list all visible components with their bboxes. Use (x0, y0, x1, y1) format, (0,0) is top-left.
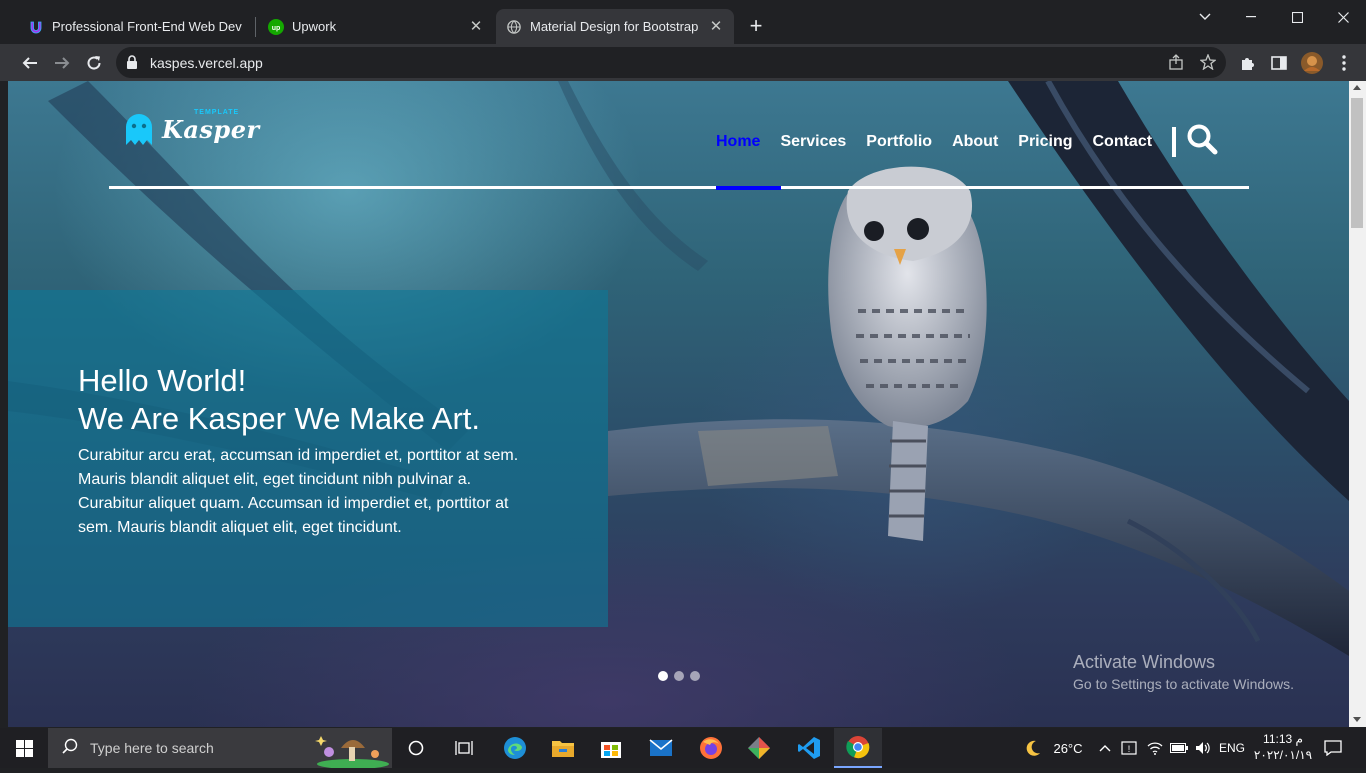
scroll-down-icon[interactable] (1353, 717, 1361, 722)
address-bar[interactable]: kaspes.vercel.app (116, 47, 1226, 78)
language-text: ENG (1218, 741, 1245, 755)
clock-time: 11:13 م (1263, 732, 1303, 746)
tab-title: Material Design for Bootstrap (530, 19, 699, 34)
main-nav: Home Services Portfolio About Pricing Co… (716, 123, 1218, 160)
file-explorer-icon[interactable] (542, 728, 584, 768)
slider-indicators (658, 671, 706, 681)
battery-icon[interactable] (1168, 728, 1190, 768)
slider-dot[interactable] (674, 671, 684, 681)
tab-udemy[interactable]: Professional Front-End Web Dev (18, 9, 255, 44)
clock-date: ٢٠٢٢/٠١/١٩ (1253, 748, 1313, 762)
search-icon (62, 738, 78, 759)
svg-text:up: up (272, 25, 281, 32)
nav-portfolio[interactable]: Portfolio (866, 133, 932, 151)
minimize-icon[interactable] (1228, 4, 1274, 30)
globe-icon (506, 19, 522, 35)
chevron-up-icon[interactable] (1096, 728, 1114, 768)
page-scrollbar[interactable] (1349, 81, 1366, 727)
nav-active-indicator (716, 186, 781, 190)
scroll-up-icon[interactable] (1353, 85, 1361, 90)
weather-moon-icon[interactable] (1018, 728, 1048, 768)
volume-icon[interactable] (1192, 728, 1214, 768)
nav-services[interactable]: Services (780, 133, 846, 151)
hero-paragraph: Curabitur arcu erat, accumsan id imperdi… (78, 447, 519, 536)
scroll-thumb[interactable] (1351, 98, 1363, 228)
search-placeholder: Type here to search (90, 740, 214, 756)
tab-strip: Professional Front-End Web Dev up Upwork… (0, 0, 1366, 44)
hero-title-line1: Hello World! (78, 363, 247, 398)
nav-pricing[interactable]: Pricing (1018, 133, 1072, 151)
logo-tagline: TEMPLATE (194, 109, 240, 116)
system-clock[interactable]: 11:13 م ٢٠٢٢/٠١/١٩ (1252, 731, 1314, 763)
nav-contact[interactable]: Contact (1093, 133, 1153, 151)
firefox-icon[interactable] (690, 728, 732, 768)
bookmark-star-icon[interactable] (1199, 53, 1217, 75)
task-view-icon[interactable] (444, 728, 484, 768)
hero-caption-box: Hello World! We Are Kasper We Make Art. … (8, 290, 608, 627)
notification-icon[interactable] (1318, 728, 1348, 768)
tab-title: Professional Front-End Web Dev (52, 19, 242, 34)
security-tray-icon[interactable]: ! (1118, 728, 1140, 768)
windows-start-icon[interactable] (0, 728, 48, 768)
slider-dot[interactable] (658, 671, 668, 681)
nav-home[interactable]: Home (716, 133, 760, 151)
taskbar-search-box[interactable]: Type here to search (48, 728, 392, 769)
weather-text: 26°C (1053, 740, 1083, 756)
nav-about[interactable]: About (952, 133, 998, 151)
back-icon[interactable] (18, 51, 42, 75)
tab-search-icon[interactable] (1182, 4, 1228, 30)
site-logo[interactable]: Kasper TEMPLATE (124, 109, 260, 147)
reload-icon[interactable] (82, 51, 106, 75)
microsoft-store-icon[interactable] (590, 728, 632, 768)
upwork-icon: up (268, 18, 284, 35)
forward-icon[interactable] (50, 51, 74, 75)
hero-title-line2: We Are Kasper We Make Art. (78, 401, 481, 436)
page-viewport: Kasper TEMPLATE Home Services Portfolio … (8, 81, 1349, 727)
side-panel-icon[interactable] (1267, 51, 1291, 75)
nav-divider (1172, 126, 1177, 157)
extensions-icon[interactable] (1235, 51, 1259, 75)
search-highlight-illustration (313, 730, 391, 773)
cortana-icon[interactable] (396, 728, 436, 768)
tab-title: Upwork (292, 19, 337, 34)
browser-toolbar: kaspes.vercel.app (0, 44, 1366, 81)
menu-kebab-icon[interactable] (1332, 51, 1356, 75)
maximize-icon[interactable] (1274, 4, 1320, 30)
kite-app-icon[interactable] (738, 728, 780, 768)
url-text: kaspes.vercel.app (150, 55, 263, 71)
hero-title: Hello World! We Are Kasper We Make Art. (78, 362, 480, 438)
activate-windows-watermark: Activate Windows Go to Settings to activ… (1073, 652, 1294, 692)
close-icon[interactable]: ✕ (468, 18, 484, 35)
tab-separator (255, 17, 256, 37)
edge-icon[interactable] (494, 728, 536, 768)
lock-icon (126, 55, 138, 74)
tab-material-design[interactable]: Material Design for Bootstrap ✕ (496, 9, 734, 44)
close-window-icon[interactable] (1320, 4, 1366, 30)
watermark-line1: Activate Windows (1073, 652, 1216, 672)
vscode-icon[interactable] (788, 728, 830, 768)
new-tab-icon[interactable]: + (746, 15, 766, 37)
svg-text:!: ! (1128, 744, 1131, 754)
weather-temperature[interactable]: 26°C (1048, 728, 1088, 768)
language-indicator[interactable]: ENG (1216, 728, 1248, 768)
wifi-icon[interactable] (1144, 728, 1166, 768)
search-icon[interactable] (1186, 123, 1218, 160)
profile-avatar[interactable] (1300, 51, 1324, 75)
mail-icon[interactable] (640, 728, 682, 768)
chrome-icon[interactable] (834, 728, 882, 768)
nav-underline (109, 186, 1249, 189)
logo-text: Kasper (162, 114, 260, 144)
udemy-icon (28, 19, 44, 35)
close-icon[interactable]: ✕ (708, 18, 724, 35)
share-icon[interactable] (1168, 54, 1184, 75)
windows-taskbar: Type here to search 26°C ! ENG 11:13 م ٢… (0, 728, 1366, 769)
slider-dot[interactable] (690, 671, 700, 681)
ghost-logo-icon (126, 114, 152, 145)
tab-upwork[interactable]: up Upwork ✕ (258, 9, 494, 44)
watermark-line2: Go to Settings to activate Windows. (1073, 676, 1294, 692)
